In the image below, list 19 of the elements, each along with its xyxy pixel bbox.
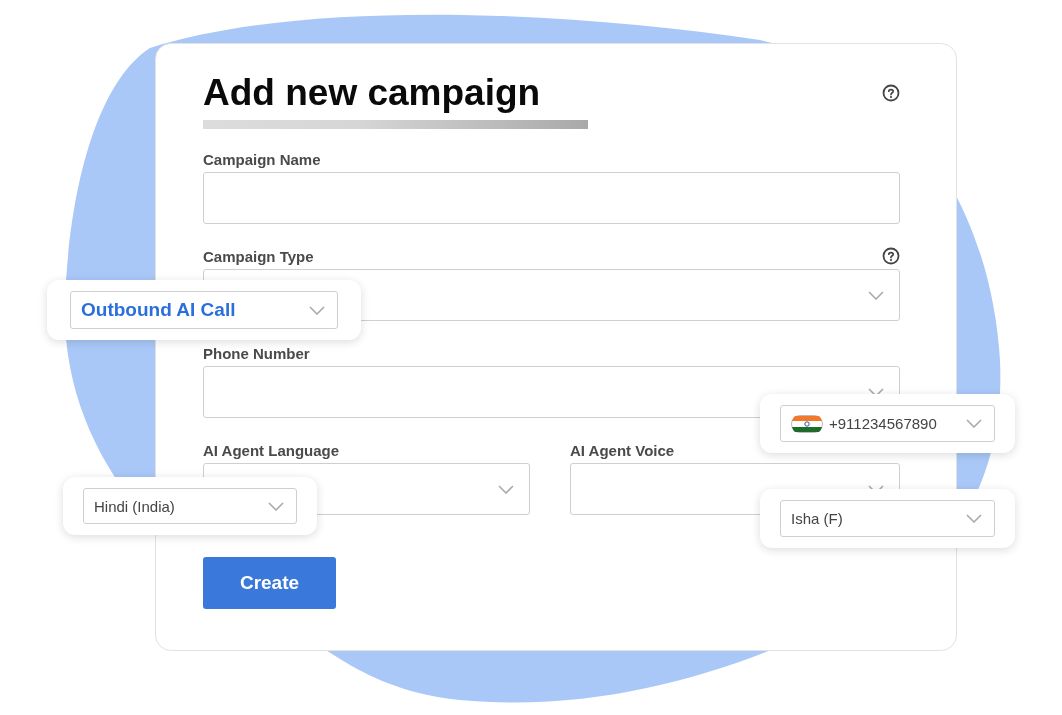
- field-label: AI Agent Voice: [570, 441, 675, 459]
- flag-icon: [791, 414, 823, 433]
- help-icon[interactable]: [882, 247, 900, 265]
- select-field[interactable]: +911234567890: [780, 405, 995, 442]
- select-field[interactable]: Outbound AI Call: [70, 291, 338, 329]
- select-field[interactable]: Isha (F): [780, 500, 995, 537]
- field-label: Campaign Name: [203, 150, 321, 168]
- select-value: +911234567890: [829, 415, 938, 432]
- form-title: Add new campaign: [203, 71, 541, 115]
- input-field[interactable]: [203, 172, 900, 224]
- help-icon[interactable]: [882, 84, 900, 102]
- field-label: Campaign Type: [203, 247, 314, 265]
- field-label: AI Agent Language: [203, 441, 340, 459]
- select-value: Hindi (India): [94, 497, 176, 515]
- select-value: Outbound AI Call: [81, 299, 237, 321]
- select-field[interactable]: Hindi (India): [83, 488, 297, 524]
- select-value: Isha (F): [791, 510, 844, 527]
- field-label: Phone Number: [203, 344, 310, 362]
- create-button[interactable]: Create: [203, 557, 336, 609]
